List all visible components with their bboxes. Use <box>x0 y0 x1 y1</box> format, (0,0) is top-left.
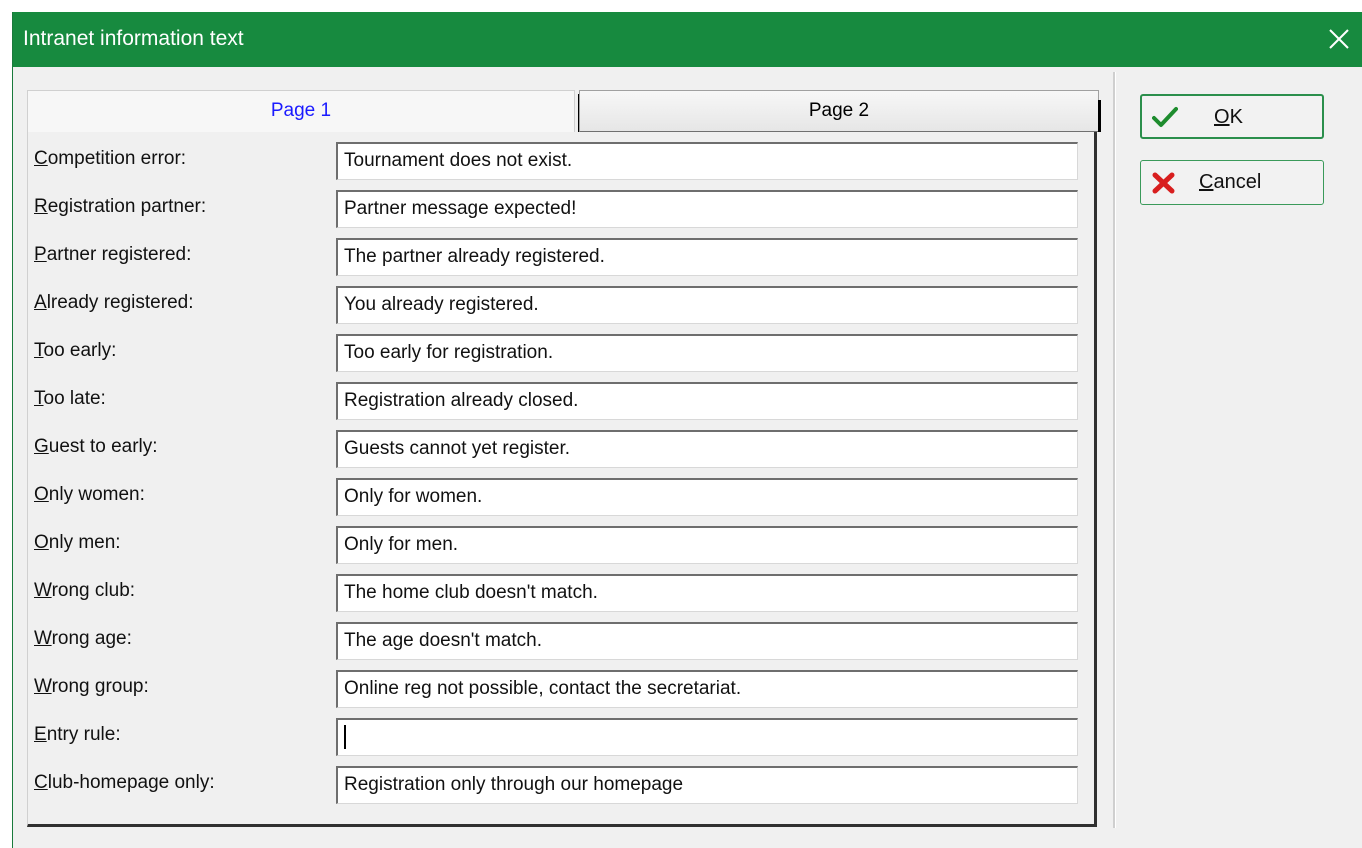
form-row: Wrong club: The home club doesn't match. <box>28 574 1088 614</box>
tab-control: Page 1 Page 2 Competition error: Tourname… <box>27 90 1101 828</box>
close-icon[interactable] <box>1315 12 1362 67</box>
field-label: Too early: <box>34 340 117 361</box>
text-field[interactable]: The partner already registered. <box>336 238 1078 276</box>
field-label: Wrong club: <box>34 580 136 601</box>
text-field[interactable]: Online reg not possible, contact the sec… <box>336 670 1078 708</box>
ok-button[interactable]: OK <box>1140 94 1324 139</box>
checkmark-icon <box>1152 106 1178 130</box>
field-label: Only men: <box>34 532 121 553</box>
tab-divider <box>1098 100 1101 132</box>
text-field[interactable]: Guests cannot yet register. <box>336 430 1078 468</box>
tab-page-1[interactable]: Page 1 <box>27 90 575 132</box>
title-bar[interactable]: Intranet information text <box>13 12 1362 67</box>
field-label: Club-homepage only: <box>34 772 215 793</box>
field-label: Competition error: <box>34 148 187 169</box>
red-x-icon <box>1151 171 1177 195</box>
field-label: Guest to early: <box>34 436 158 457</box>
ok-label: OK <box>1214 106 1243 128</box>
text-field[interactable] <box>336 718 1078 756</box>
field-label: Registration partner: <box>34 196 207 217</box>
form-row: Wrong group: Online reg not possible, con… <box>28 670 1088 710</box>
text-field[interactable]: Only for men. <box>336 526 1078 564</box>
text-field[interactable]: The home club doesn't match. <box>336 574 1078 612</box>
field-label: Too late: <box>34 388 106 409</box>
text-field[interactable]: You already registered. <box>336 286 1078 324</box>
form-row: Entry rule: <box>28 718 1088 758</box>
window-title: Intranet information text <box>23 27 244 50</box>
cancel-button[interactable]: Cancel <box>1140 160 1324 205</box>
form-row: Partner registered: The partner already r… <box>28 238 1088 278</box>
form-row: Only men: Only for men. <box>28 526 1088 566</box>
form-row: Registration partner: Partner message exp… <box>28 190 1088 230</box>
form-row: Too early: Too early for registration. <box>28 334 1088 374</box>
form-row: Wrong age: The age doesn't match. <box>28 622 1088 662</box>
text-field[interactable]: Partner message expected! <box>336 190 1078 228</box>
form-row: Already registered: You already registere… <box>28 286 1088 326</box>
field-label: Entry rule: <box>34 724 121 745</box>
form-row: Only women: Only for women. <box>28 478 1088 518</box>
cancel-label: Cancel <box>1199 171 1262 193</box>
field-label: Only women: <box>34 484 145 505</box>
field-label: Partner registered: <box>34 244 192 265</box>
text-field[interactable]: Tournament does not exist. <box>336 142 1078 180</box>
field-label: Wrong age: <box>34 628 132 649</box>
text-field[interactable]: Registration only through our homepage <box>336 766 1078 804</box>
tab-panel-page-1: Competition error: Tournament does not ex… <box>27 132 1097 827</box>
text-field[interactable]: The age doesn't match. <box>336 622 1078 660</box>
tab-page-2[interactable]: Page 2 <box>579 90 1099 132</box>
text-field[interactable]: Only for women. <box>336 478 1078 516</box>
form-row: Guest to early: Guests cannot yet registe… <box>28 430 1088 470</box>
text-field[interactable]: Registration already closed. <box>336 382 1078 420</box>
form-row: Club-homepage only: Registration only thr… <box>28 766 1088 806</box>
form-row: Competition error: Tournament does not ex… <box>28 142 1088 182</box>
vertical-separator <box>1113 72 1116 828</box>
field-label: Wrong group: <box>34 676 149 697</box>
text-caret <box>344 724 346 749</box>
field-label: Already registered: <box>34 292 194 313</box>
text-field[interactable]: Too early for registration. <box>336 334 1078 372</box>
form-row: Too late: Registration already closed. <box>28 382 1088 422</box>
